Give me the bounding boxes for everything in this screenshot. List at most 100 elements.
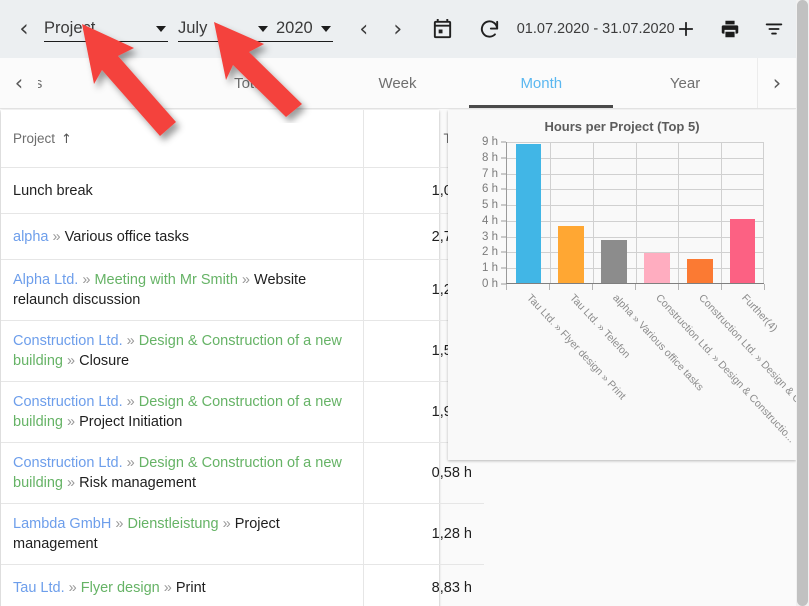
row-project-cell: Construction Ltd. » Design & Constructio… xyxy=(1,321,364,382)
row-activity: Risk management xyxy=(79,475,196,491)
chevron-down-icon xyxy=(156,26,166,32)
tabs-scroll-left-button[interactable]: ‹ xyxy=(0,58,38,108)
x-axis-tick xyxy=(678,284,679,290)
grouping-select-group: Project xyxy=(44,16,168,42)
row-customer: alpha xyxy=(13,229,48,245)
hours-per-project-chart-card: Hours per Project (Top 5) 0 h 1 h 2 h 3 h 4 … xyxy=(448,110,796,460)
row-customer: Construction Ltd. xyxy=(13,455,123,471)
back-button[interactable]: ‹ xyxy=(10,15,38,43)
vertical-scrollbar-thumb[interactable] xyxy=(797,0,808,606)
x-axis-tick xyxy=(764,284,765,290)
path-separator: » xyxy=(53,229,61,245)
table-row[interactable]: Lambda GmbH » Dienstleistung » Project m… xyxy=(1,504,484,565)
plus-icon[interactable] xyxy=(675,18,697,40)
bars-area xyxy=(506,142,764,284)
tab-label: stamps xyxy=(38,75,42,92)
row-activity: Print xyxy=(176,580,206,596)
row-project-cell: Alpha Ltd. » Meeting with Mr Smith » Web… xyxy=(1,260,364,321)
path-separator: » xyxy=(164,580,172,596)
printer-icon[interactable] xyxy=(719,18,741,40)
chart-bar[interactable] xyxy=(730,219,756,283)
table-row[interactable]: Construction Ltd. » Design & Constructio… xyxy=(1,321,484,382)
table-row[interactable]: alpha » Various office tasks2,72 h xyxy=(1,214,484,260)
row-project-cell: Lunch break xyxy=(1,168,364,214)
tab-label: Totals xyxy=(234,75,273,92)
chart-bar[interactable] xyxy=(558,226,584,283)
row-customer: Construction Ltd. xyxy=(13,394,123,410)
tab-month[interactable]: Month xyxy=(469,58,613,108)
report-table: Project↑ Total Lunch break1,00 halpha » … xyxy=(1,110,484,606)
chart-bar[interactable] xyxy=(601,240,627,283)
table-row[interactable]: Alpha Ltd. » Meeting with Mr Smith » Web… xyxy=(1,260,484,321)
report-screen: ‹ Project July 2020 ‹ › xyxy=(0,0,809,606)
row-project: Meeting with Mr Smith xyxy=(94,272,237,288)
y-axis-tick-label: 6 h xyxy=(482,183,498,195)
period-select-group: July 2020 xyxy=(178,16,333,42)
y-axis-tick-label: 0 h xyxy=(482,278,498,290)
row-project: Flyer design xyxy=(81,580,160,596)
table-row[interactable]: Construction Ltd. » Design & Constructio… xyxy=(1,382,484,443)
bar-slot xyxy=(550,142,593,283)
y-axis-tick-label: 3 h xyxy=(482,231,498,243)
chart-bar[interactable] xyxy=(687,259,713,283)
tab-timestamps[interactable]: stamps xyxy=(38,58,182,108)
y-axis-tick-label: 7 h xyxy=(482,168,498,180)
chevron-down-icon xyxy=(321,26,331,32)
row-project-cell: Tau Ltd. » Flyer design » Print xyxy=(1,565,364,606)
tab-bar: ‹ stamps Totals Week Month Year › xyxy=(0,58,796,109)
y-axis-tick-label: 8 h xyxy=(482,152,498,164)
month-select-value: July xyxy=(178,19,250,38)
table-row[interactable]: Construction Ltd. » Design & Constructio… xyxy=(1,443,484,504)
table-row[interactable]: Tau Ltd. » Flyer design » Print8,83 h xyxy=(1,565,484,606)
y-axis: 0 h1 h2 h3 h4 h5 h6 h7 h8 h9 h xyxy=(470,142,502,284)
path-separator: » xyxy=(127,333,135,349)
y-axis-tick-label: 4 h xyxy=(482,215,498,227)
refresh-icon[interactable] xyxy=(478,18,501,41)
x-axis-tick xyxy=(635,284,636,290)
row-activity: Various office tasks xyxy=(65,229,189,245)
month-select[interactable]: July xyxy=(178,16,270,41)
path-separator: » xyxy=(223,516,231,532)
date-range-label: 01.07.2020 - 31.07.2020 xyxy=(517,21,675,37)
y-axis-tick-label: 1 h xyxy=(482,262,498,274)
row-customer: Construction Ltd. xyxy=(13,333,123,349)
tabs-scroll-right-button[interactable]: › xyxy=(757,58,796,108)
bar-slot xyxy=(721,142,764,283)
tabs-container: stamps Totals Week Month Year xyxy=(38,58,757,108)
chart-bar[interactable] xyxy=(516,144,542,283)
table-head: Project↑ Total xyxy=(1,110,484,168)
prev-period-button[interactable]: ‹ xyxy=(347,12,381,46)
path-separator: » xyxy=(67,414,75,430)
calendar-icon[interactable] xyxy=(431,18,454,41)
column-header-project[interactable]: Project↑ xyxy=(1,110,364,168)
sort-ascending-icon: ↑ xyxy=(61,132,72,147)
next-period-button[interactable]: › xyxy=(381,12,415,46)
tab-year[interactable]: Year xyxy=(613,58,757,108)
bar-slot xyxy=(635,142,678,283)
y-axis-tick-label: 2 h xyxy=(482,246,498,258)
row-customer: Alpha Ltd. xyxy=(13,272,78,288)
chart-title: Hours per Project (Top 5) xyxy=(448,110,796,134)
bar-slot xyxy=(507,142,550,283)
bar-slot xyxy=(593,142,636,283)
chevron-down-icon xyxy=(258,26,268,32)
filter-icon[interactable] xyxy=(763,18,785,40)
x-axis-tick xyxy=(506,284,507,290)
path-separator: » xyxy=(242,272,250,288)
x-axis-tick xyxy=(721,284,722,290)
grouping-select[interactable]: Project xyxy=(44,16,168,41)
period-nav: ‹ › xyxy=(347,12,415,46)
x-axis-tick xyxy=(592,284,593,290)
x-axis-tick xyxy=(549,284,550,290)
table-row[interactable]: Lunch break1,00 h xyxy=(1,168,484,214)
path-separator: » xyxy=(69,580,77,596)
year-select[interactable]: 2020 xyxy=(276,16,333,41)
row-project: Dienstleistung xyxy=(127,516,218,532)
y-axis-tick-label: 9 h xyxy=(482,136,498,148)
tab-totals[interactable]: Totals xyxy=(182,58,326,108)
vertical-scrollbar[interactable] xyxy=(796,0,809,606)
tab-week[interactable]: Week xyxy=(326,58,470,108)
row-project-cell: Construction Ltd. » Design & Constructio… xyxy=(1,443,364,504)
chart-bar[interactable] xyxy=(644,253,670,283)
row-customer: Tau Ltd. xyxy=(13,580,65,596)
